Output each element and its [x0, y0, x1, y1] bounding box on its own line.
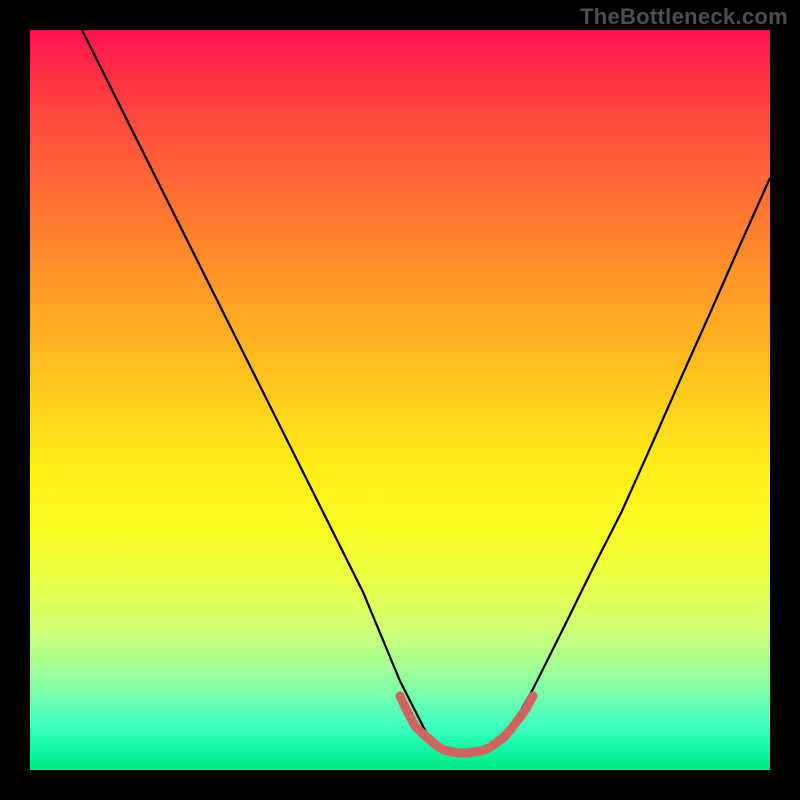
chart-svg	[30, 30, 770, 770]
curve-left-branch	[82, 30, 430, 740]
valley-marker	[400, 696, 533, 753]
curve-right-branch	[504, 178, 770, 740]
plot-area	[30, 30, 770, 770]
watermark-text: TheBottleneck.com	[580, 4, 788, 30]
chart-frame: TheBottleneck.com	[0, 0, 800, 800]
